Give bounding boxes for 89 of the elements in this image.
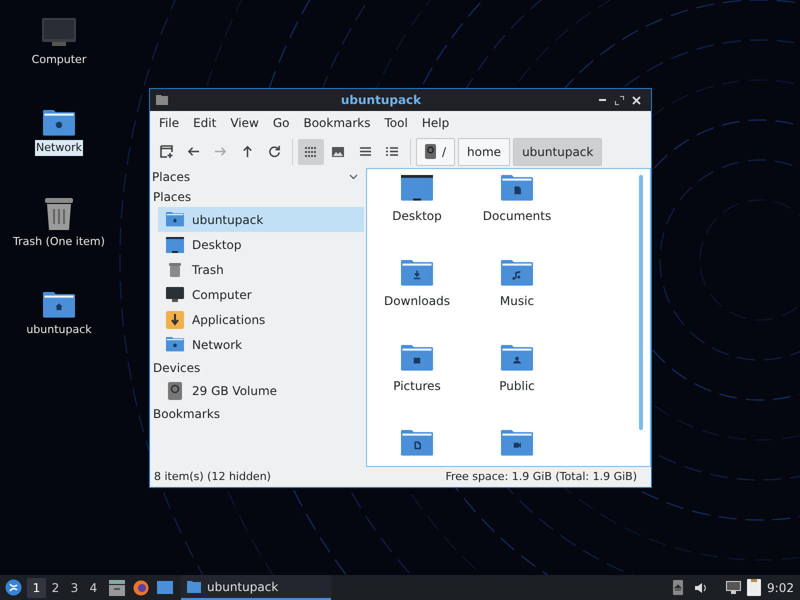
network-folder-icon — [166, 337, 184, 352]
folder-icon — [187, 580, 201, 592]
menu-item[interactable]: Go — [266, 114, 296, 132]
view-mode-button[interactable] — [298, 138, 324, 164]
section-heading: Devices — [152, 360, 202, 376]
section-heading: Bookmarks — [152, 406, 222, 422]
image-icon — [332, 146, 344, 156]
path-button[interactable]: home — [458, 138, 510, 166]
place-item[interactable]: Applications — [158, 307, 364, 332]
file-label[interactable]: Desktop — [392, 206, 442, 225]
menu-item[interactable]: File — [153, 114, 186, 132]
folder-icon — [501, 175, 533, 201]
path-button[interactable]: / — [416, 138, 456, 166]
file-label[interactable]: Public — [499, 376, 535, 395]
place-label: Desktop — [192, 236, 242, 254]
scrollbar[interactable] — [639, 175, 643, 430]
desktop-icon — [166, 236, 184, 252]
place-item[interactable]: Network — [158, 332, 364, 357]
desktop-icon-label[interactable]: Trash (One item) — [12, 234, 106, 250]
monitor-icon — [166, 287, 184, 302]
menu-item[interactable]: View — [224, 114, 265, 132]
forward-icon — [214, 145, 226, 158]
folder-icon — [501, 345, 533, 371]
monitor-icon[interactable] — [726, 581, 742, 594]
folder-icon — [401, 345, 433, 371]
window-title: ubuntupack — [340, 92, 422, 109]
download-box-icon — [166, 310, 184, 328]
clock[interactable]: 9:02 — [767, 578, 794, 596]
network-folder-icon — [43, 110, 75, 136]
status-free-space: Free space: 1.9 GiB (Total: 1.9 GiB) — [445, 468, 638, 485]
place-label: Computer — [192, 286, 252, 304]
file-cabinet-icon[interactable] — [109, 580, 125, 596]
folder-icon — [501, 430, 533, 456]
start-menu-icon[interactable] — [5, 579, 22, 596]
file-label[interactable]: Documents — [482, 206, 552, 225]
desktop-icon-label[interactable]: ubuntupack — [25, 322, 93, 338]
trash-icon — [45, 198, 73, 230]
clipboard-icon[interactable] — [747, 579, 762, 596]
desktop-icon — [401, 175, 433, 201]
status-item-count: 8 item(s) (12 hidden) — [154, 468, 271, 485]
workspace-button[interactable]: 3 — [65, 578, 84, 598]
place-item[interactable]: Desktop — [158, 232, 364, 257]
volume-icon[interactable] — [695, 582, 708, 594]
place-label: 29 GB Volume — [192, 382, 278, 400]
workspace-button[interactable]: 2 — [46, 578, 65, 598]
grid-icon — [305, 146, 317, 156]
workspace-button[interactable]: 1 — [27, 578, 46, 598]
pane-selector[interactable]: Places — [152, 168, 190, 186]
section-heading: Places — [152, 188, 192, 206]
new-window-icon — [160, 145, 172, 158]
desktop-icon-label[interactable]: Network — [35, 140, 83, 156]
menu-item[interactable]: Help — [416, 114, 456, 132]
list-icon — [386, 147, 398, 156]
up-icon — [240, 145, 254, 158]
drive-icon — [425, 144, 436, 159]
reload-icon — [268, 145, 280, 158]
place-item[interactable]: Trash — [158, 257, 364, 282]
place-item[interactable]: Computer — [158, 282, 364, 307]
folder-icon — [501, 260, 533, 286]
menu-item[interactable]: Bookmarks — [297, 114, 377, 132]
home-folder-icon — [166, 212, 184, 227]
place-label: ubuntupack — [192, 212, 264, 228]
path-button[interactable]: ubuntupack — [513, 138, 602, 166]
place-label: Applications — [192, 312, 266, 328]
maximize-icon[interactable] — [615, 96, 624, 104]
menu-item[interactable]: Tool — [378, 114, 414, 132]
folder-icon — [401, 430, 433, 456]
place-label: Network — [192, 336, 242, 354]
place-item[interactable]: 29 GB Volume — [158, 378, 364, 403]
workspace-button[interactable]: 4 — [84, 578, 103, 598]
file-label[interactable]: Downloads — [384, 292, 450, 310]
menu-item[interactable]: Edit — [187, 114, 222, 132]
eject-icon[interactable] — [673, 580, 684, 595]
folder-icon — [156, 95, 168, 105]
task-button[interactable]: ubuntupack — [181, 575, 331, 600]
trash-icon — [169, 262, 181, 276]
drive-icon — [168, 382, 182, 400]
desktop-icon-label[interactable]: Computer — [30, 52, 88, 68]
place-item[interactable]: ubuntupack — [158, 207, 364, 232]
file-label[interactable]: Pictures — [393, 376, 441, 395]
file-label[interactable]: Music — [500, 292, 534, 310]
chevron-down-icon[interactable] — [349, 174, 358, 180]
home-folder-icon — [43, 292, 75, 318]
back-icon — [186, 145, 200, 158]
place-label: Trash — [192, 262, 224, 278]
monitor-icon — [42, 18, 76, 48]
folder-icon — [401, 260, 433, 286]
close-icon[interactable] — [632, 96, 641, 104]
lines-icon — [360, 147, 370, 156]
